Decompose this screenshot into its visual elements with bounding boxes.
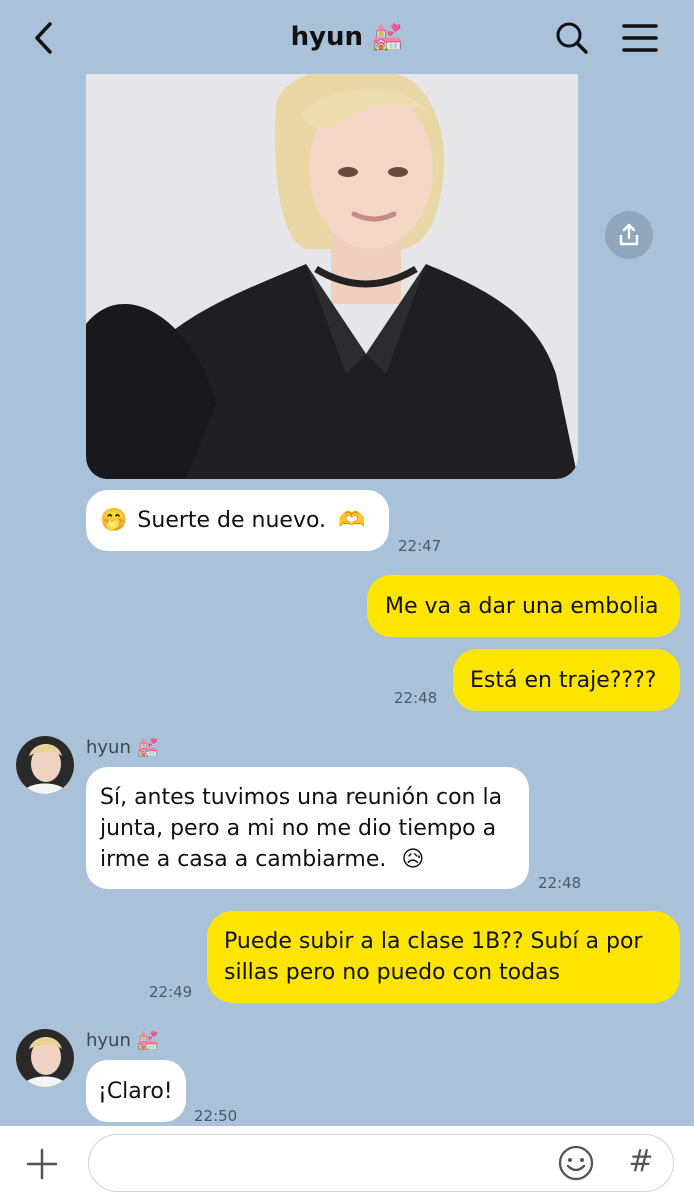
- message-time: 22:48: [394, 689, 438, 707]
- sender-name: hyun 💒: [86, 1030, 159, 1051]
- sad-face-emoji: 😥: [401, 846, 425, 872]
- wedding-chapel-icon: 💒: [371, 22, 404, 52]
- message-time: 22:50: [194, 1107, 238, 1125]
- message-time: 22:47: [398, 537, 442, 555]
- incoming-message: Sí, antes tuvimos una reunión con la jun…: [86, 767, 529, 889]
- message-text: Me va a dar una embolia: [385, 593, 659, 619]
- chat-title: hyun 💒: [291, 22, 404, 52]
- message-line-last: irme a casa a cambiarme. 😥: [100, 844, 424, 875]
- message-time: 22:48: [538, 874, 582, 892]
- emoji-icon[interactable]: [557, 1144, 595, 1182]
- outgoing-message: Está en traje????: [453, 649, 680, 711]
- wedding-chapel-icon: 💒: [136, 737, 160, 758]
- plus-icon[interactable]: [24, 1146, 60, 1182]
- contact-avatar[interactable]: [16, 736, 74, 794]
- share-icon[interactable]: [605, 211, 653, 259]
- hashtag-icon[interactable]: #: [624, 1142, 658, 1182]
- shared-photo[interactable]: [86, 74, 578, 479]
- message-line: Sí, antes tuvimos una reunión con la: [100, 784, 503, 810]
- search-icon[interactable]: [552, 18, 592, 58]
- sender-name-text: hyun: [86, 737, 131, 758]
- incoming-message: ¡Claro!: [86, 1060, 186, 1122]
- message-line: Puede subir a la clase 1B?? Subí a por: [224, 929, 643, 954]
- chat-title-text: hyun: [290, 22, 364, 52]
- message-text: Suerte de nuevo.: [137, 508, 327, 533]
- chat-header: hyun 💒: [0, 0, 694, 74]
- back-arrow-icon[interactable]: [28, 20, 58, 56]
- sender-name: hyun 💒: [86, 737, 159, 758]
- sender-name-text: hyun: [86, 1030, 131, 1051]
- wedding-chapel-icon: 💒: [136, 1030, 160, 1051]
- message-time: 22:49: [149, 983, 193, 1001]
- message-line: sillas pero no puedo con todas: [224, 960, 560, 985]
- hand-over-mouth-emoji: 🤭: [100, 508, 128, 533]
- outgoing-message: Me va a dar una embolia: [367, 575, 680, 637]
- contact-avatar[interactable]: [16, 1029, 74, 1087]
- message-text: Está en traje????: [470, 667, 657, 693]
- incoming-message: 🤭 Suerte de nuevo. 🫶: [86, 490, 389, 551]
- menu-icon[interactable]: [620, 20, 660, 56]
- outgoing-message: Puede subir a la clase 1B?? Subí a por s…: [207, 911, 680, 1003]
- heart-hands-emoji: 🫶: [338, 508, 366, 533]
- message-input-bar: #: [0, 1126, 694, 1200]
- message-line-text: irme a casa a cambiarme.: [100, 846, 387, 872]
- message-text: ¡Claro!: [98, 1078, 173, 1104]
- message-line: junta, pero a mi no me dio tiempo a: [100, 815, 497, 841]
